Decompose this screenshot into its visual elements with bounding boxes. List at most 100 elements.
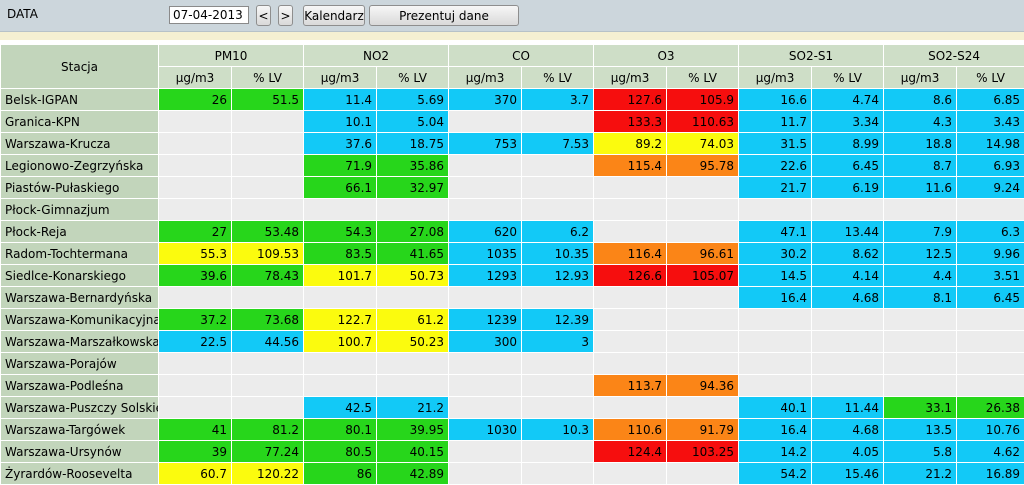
group-header-no2: NO2 bbox=[304, 45, 449, 67]
value-cell bbox=[957, 309, 1024, 331]
value-cell: 26.38 bbox=[957, 397, 1024, 419]
value-cell: 71.9 bbox=[304, 155, 377, 177]
value-cell: 126.6 bbox=[594, 265, 667, 287]
table-row: Warszawa-Puszczy Solskiej42.521.240.111.… bbox=[1, 397, 1024, 419]
sub-header-unit: µg/m3 bbox=[159, 67, 232, 89]
value-cell: 21.2 bbox=[377, 397, 449, 419]
sub-header-lv: % LV bbox=[957, 67, 1024, 89]
value-cell: 620 bbox=[449, 221, 522, 243]
value-cell bbox=[812, 309, 884, 331]
value-cell: 8.1 bbox=[884, 287, 957, 309]
value-cell: 7.53 bbox=[522, 133, 594, 155]
value-cell: 44.56 bbox=[232, 331, 304, 353]
next-day-button[interactable]: > bbox=[278, 5, 293, 26]
value-cell: 10.76 bbox=[957, 419, 1024, 441]
value-cell: 42.5 bbox=[304, 397, 377, 419]
value-cell bbox=[232, 397, 304, 419]
value-cell: 3.51 bbox=[957, 265, 1024, 287]
value-cell: 370 bbox=[449, 89, 522, 111]
value-cell: 60.7 bbox=[159, 463, 232, 485]
value-cell: 4.68 bbox=[812, 287, 884, 309]
value-cell bbox=[594, 287, 667, 309]
value-cell bbox=[159, 287, 232, 309]
calendar-button[interactable]: Kalendarz bbox=[303, 5, 365, 26]
value-cell bbox=[159, 353, 232, 375]
value-cell: 12.93 bbox=[522, 265, 594, 287]
table-row: Warszawa-Targówek4181.280.139.95103010.3… bbox=[1, 419, 1024, 441]
value-cell bbox=[594, 177, 667, 199]
value-cell bbox=[739, 375, 812, 397]
value-cell: 13.5 bbox=[884, 419, 957, 441]
table-row: Płock-Reja2753.4854.327.086206.247.113.4… bbox=[1, 221, 1024, 243]
value-cell: 39.6 bbox=[159, 265, 232, 287]
sub-header-lv: % LV bbox=[522, 67, 594, 89]
table-row: Piastów-Pułaskiego66.132.9721.76.1911.69… bbox=[1, 177, 1024, 199]
value-cell: 116.4 bbox=[594, 243, 667, 265]
value-cell bbox=[522, 111, 594, 133]
prev-day-button[interactable]: < bbox=[256, 5, 271, 26]
value-cell bbox=[667, 309, 739, 331]
value-cell: 9.96 bbox=[957, 243, 1024, 265]
value-cell bbox=[522, 287, 594, 309]
value-cell bbox=[377, 287, 449, 309]
value-cell: 66.1 bbox=[304, 177, 377, 199]
value-cell bbox=[449, 441, 522, 463]
table-row: Belsk-IGPAN2651.511.45.693703.7127.6105.… bbox=[1, 89, 1024, 111]
value-cell: 4.68 bbox=[812, 419, 884, 441]
value-cell bbox=[957, 199, 1024, 221]
value-cell: 39.95 bbox=[377, 419, 449, 441]
table-row: Warszawa-Krucza37.618.757537.5389.274.03… bbox=[1, 133, 1024, 155]
value-cell bbox=[594, 331, 667, 353]
value-cell: 8.7 bbox=[884, 155, 957, 177]
value-cell: 86 bbox=[304, 463, 377, 485]
value-cell bbox=[159, 199, 232, 221]
value-cell: 8.62 bbox=[812, 243, 884, 265]
value-cell bbox=[667, 353, 739, 375]
present-data-button[interactable]: Prezentuj dane bbox=[369, 5, 519, 26]
value-cell bbox=[232, 177, 304, 199]
value-cell: 4.74 bbox=[812, 89, 884, 111]
value-cell bbox=[522, 375, 594, 397]
value-cell: 3.43 bbox=[957, 111, 1024, 133]
group-header-o3: O3 bbox=[594, 45, 739, 67]
table-row: Legionowo-Zegrzyńska71.935.86115.495.782… bbox=[1, 155, 1024, 177]
value-cell: 94.36 bbox=[667, 375, 739, 397]
value-cell: 7.9 bbox=[884, 221, 957, 243]
value-cell: 8.99 bbox=[812, 133, 884, 155]
value-cell: 35.86 bbox=[377, 155, 449, 177]
sub-header-lv: % LV bbox=[667, 67, 739, 89]
station-name: Radom-Tochtermana bbox=[1, 243, 159, 265]
date-input[interactable] bbox=[169, 6, 249, 24]
table-row: Warszawa-Marszałkowska22.544.56100.750.2… bbox=[1, 331, 1024, 353]
value-cell: 95.78 bbox=[667, 155, 739, 177]
value-cell bbox=[667, 287, 739, 309]
value-cell: 74.03 bbox=[667, 133, 739, 155]
value-cell bbox=[812, 331, 884, 353]
value-cell: 12.39 bbox=[522, 309, 594, 331]
value-cell: 105.9 bbox=[667, 89, 739, 111]
sub-header-unit: µg/m3 bbox=[449, 67, 522, 89]
value-cell bbox=[667, 221, 739, 243]
group-header-so2-s24: SO2-S24 bbox=[884, 45, 1024, 67]
value-cell: 11.7 bbox=[739, 111, 812, 133]
date-label: DATA bbox=[7, 7, 38, 21]
value-cell: 41 bbox=[159, 419, 232, 441]
table-row: Warszawa-Podleśna113.794.36 bbox=[1, 375, 1024, 397]
value-cell: 50.23 bbox=[377, 331, 449, 353]
station-name: Legionowo-Zegrzyńska bbox=[1, 155, 159, 177]
toolbar: DATA < > Kalendarz Prezentuj dane bbox=[0, 0, 1024, 32]
value-cell bbox=[739, 353, 812, 375]
value-cell: 110.6 bbox=[594, 419, 667, 441]
value-cell: 11.6 bbox=[884, 177, 957, 199]
value-cell bbox=[159, 111, 232, 133]
value-cell bbox=[232, 133, 304, 155]
value-cell bbox=[594, 463, 667, 485]
value-cell: 101.7 bbox=[304, 265, 377, 287]
group-header-pm10: PM10 bbox=[159, 45, 304, 67]
value-cell: 4.3 bbox=[884, 111, 957, 133]
value-cell bbox=[232, 287, 304, 309]
value-cell: 3 bbox=[522, 331, 594, 353]
value-cell: 110.63 bbox=[667, 111, 739, 133]
table-row: Warszawa-Bernardyńska16.44.688.16.45 bbox=[1, 287, 1024, 309]
value-cell: 11.44 bbox=[812, 397, 884, 419]
